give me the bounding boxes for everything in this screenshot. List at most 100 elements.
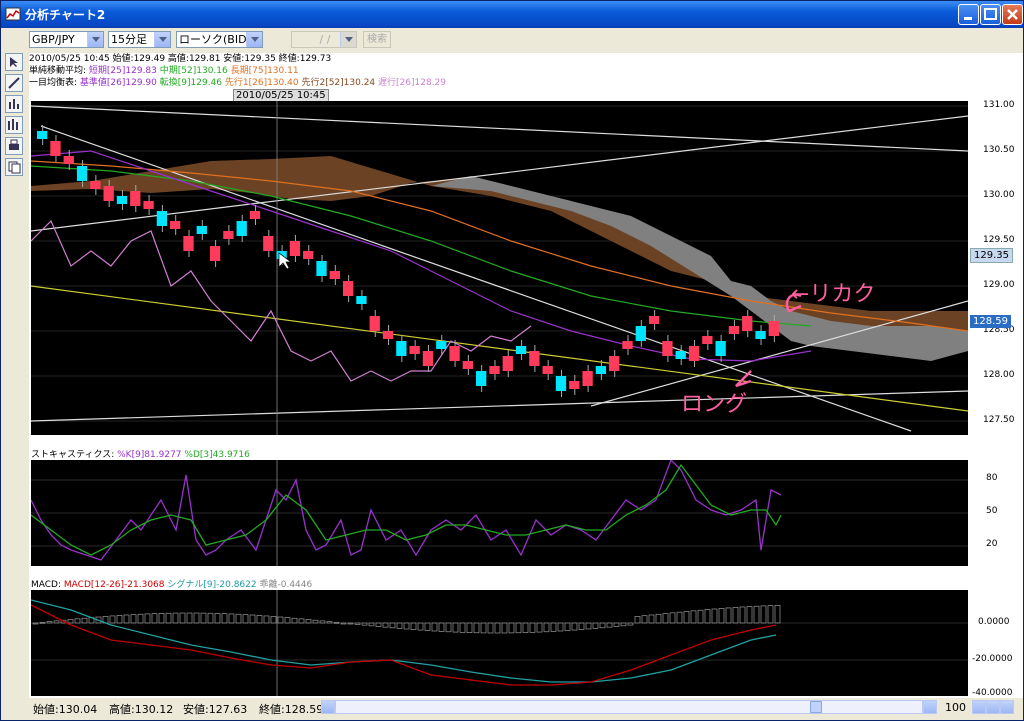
ohlc-info: 2010/05/25 10:45 始値:129.49 高値:129.81 安値:… xyxy=(29,54,332,64)
zoom-value[interactable]: 100 xyxy=(945,701,966,714)
macd-hist-bar xyxy=(368,622,375,627)
chevron-down-icon[interactable] xyxy=(87,32,103,47)
price-tick: 130.50 xyxy=(983,145,1015,155)
macd-signal-value: シグナル[9]-20.8622 xyxy=(167,580,257,590)
toolbar: GBP/JPY 15分足 ローソク(BID) / / 検索 xyxy=(1,28,1023,52)
macd-hist-bar xyxy=(648,614,655,624)
horizontal-scrollbar[interactable] xyxy=(335,700,923,714)
candle-body xyxy=(76,166,88,181)
candle-body xyxy=(263,236,274,251)
zoom-in-button[interactable] xyxy=(986,700,1000,714)
chevron-down-icon[interactable] xyxy=(340,32,356,47)
price-axis: 131.00 130.50 130.00 129.50 129.00 128.5… xyxy=(968,100,1023,435)
search-button[interactable]: 検索 xyxy=(363,31,391,48)
macd-hist-bar xyxy=(340,622,347,625)
zoom-out-button[interactable] xyxy=(1000,700,1014,714)
stoch-d-value: %D[3]43.9716 xyxy=(184,450,250,460)
ichimoku-conv-value: 転換[9]129.46 xyxy=(159,78,223,88)
macd-hist-bar xyxy=(389,622,396,629)
candle-body xyxy=(622,341,633,349)
macd-hist-bar xyxy=(515,622,522,634)
macd-tick: 0.0000 xyxy=(978,617,1010,627)
print-icon[interactable] xyxy=(5,137,23,155)
timeframe-value: 15分足 xyxy=(111,33,147,46)
candle-body xyxy=(50,141,61,156)
macd-hist-bar xyxy=(151,613,158,624)
candle-body xyxy=(436,341,447,349)
price-panel[interactable]: ←リカク ロング xyxy=(30,101,969,435)
macd-hist-bar xyxy=(655,613,662,624)
price-tick: 130.00 xyxy=(983,190,1015,200)
title-bar[interactable]: 分析チャート2 xyxy=(1,1,1023,28)
chart-area[interactable]: 2010/05/25 10:45 始値:129.49 高値:129.81 安値:… xyxy=(29,53,1023,715)
scroll-right-button[interactable] xyxy=(923,700,937,714)
price-tick: 131.00 xyxy=(983,100,1015,110)
macd-hist-bar xyxy=(578,622,585,630)
scrollbar-thumb[interactable] xyxy=(810,701,822,713)
date-value: / / xyxy=(319,33,331,46)
macd-hist-bar xyxy=(501,622,508,634)
candle-body xyxy=(529,351,540,366)
macd-hist-bar xyxy=(452,622,459,633)
sma-long-value: 長期[75]130.11 xyxy=(230,66,299,76)
date-field[interactable]: / / xyxy=(291,31,357,48)
stoch-label: ストキャスティクス: %K[9]81.9277 %D[3]43.9716 xyxy=(31,447,250,460)
macd-hist-bar xyxy=(669,612,676,624)
macd-hist-bar xyxy=(487,622,494,634)
macd-hist-bar xyxy=(676,611,683,624)
candle-body xyxy=(635,326,646,341)
macd-hist-bar xyxy=(522,622,529,633)
sma-label: 単純移動平均: xyxy=(29,66,87,76)
macd-hist-bar xyxy=(256,615,263,624)
candle-body xyxy=(515,346,527,354)
macd-hist-bar xyxy=(326,621,333,624)
macd-hist-value: 乖離-0.4446 xyxy=(259,580,313,590)
trendline-tool-icon[interactable] xyxy=(5,74,23,92)
macd-hist-bar xyxy=(382,622,389,628)
minimize-button[interactable] xyxy=(958,4,979,25)
ichimoku-label: 一目均衡表: xyxy=(29,78,78,88)
currency-pair-value: GBP/JPY xyxy=(32,33,75,46)
candle-body xyxy=(662,341,673,356)
macd-signal-line xyxy=(30,599,777,683)
macd-hist-bar xyxy=(74,618,81,624)
price-chart: ←リカク ロング xyxy=(30,101,969,435)
copy-icon[interactable] xyxy=(5,158,23,176)
macd-tick: -40.0000 xyxy=(972,688,1013,698)
macd-hist-bar xyxy=(305,619,312,624)
macd-hist-bar xyxy=(137,613,144,624)
stoch-panel[interactable] xyxy=(30,458,968,566)
zoom-down-button[interactable] xyxy=(972,700,986,714)
sma-info: 単純移動平均: 短期[25]129.83 中期[52]130.16 長期[75]… xyxy=(29,65,1023,77)
sma-mid-value: 中期[52]130.16 xyxy=(159,66,228,76)
indicator-icon[interactable] xyxy=(5,116,23,134)
candle-body xyxy=(609,356,620,371)
macd-hist-bar xyxy=(284,617,291,624)
macd-hist-bar xyxy=(711,608,718,624)
macd-hist-bar xyxy=(690,610,697,624)
maximize-button[interactable] xyxy=(980,4,1001,25)
chevron-down-icon[interactable] xyxy=(246,32,262,47)
currency-pair-select[interactable]: GBP/JPY xyxy=(29,31,104,48)
close-button[interactable] xyxy=(1002,4,1023,25)
macd-hist-bar xyxy=(529,622,536,633)
macd-hist-bar xyxy=(228,613,235,624)
macd-hist-bar xyxy=(347,622,354,625)
bar-chart-icon[interactable] xyxy=(5,95,23,113)
chevron-down-icon[interactable] xyxy=(154,32,170,47)
timeframe-select[interactable]: 15分足 xyxy=(108,31,171,48)
price-tick: 127.50 xyxy=(983,415,1015,425)
candle-body xyxy=(196,226,207,234)
macd-hist-bar xyxy=(144,613,151,624)
macd-panel[interactable] xyxy=(30,590,968,696)
cursor-tool-icon[interactable] xyxy=(5,53,23,71)
scroll-left-button[interactable] xyxy=(321,700,335,714)
chart-type-select[interactable]: ローソク(BID) xyxy=(176,31,263,48)
macd-hist-bar xyxy=(473,622,480,634)
candle-body xyxy=(755,331,766,339)
macd-hist-bar xyxy=(683,611,690,624)
macd-hist-bar xyxy=(186,612,193,624)
maximize-icon xyxy=(984,8,997,20)
macd-hist-bar xyxy=(53,620,60,624)
macd-hist-bar xyxy=(235,613,242,624)
